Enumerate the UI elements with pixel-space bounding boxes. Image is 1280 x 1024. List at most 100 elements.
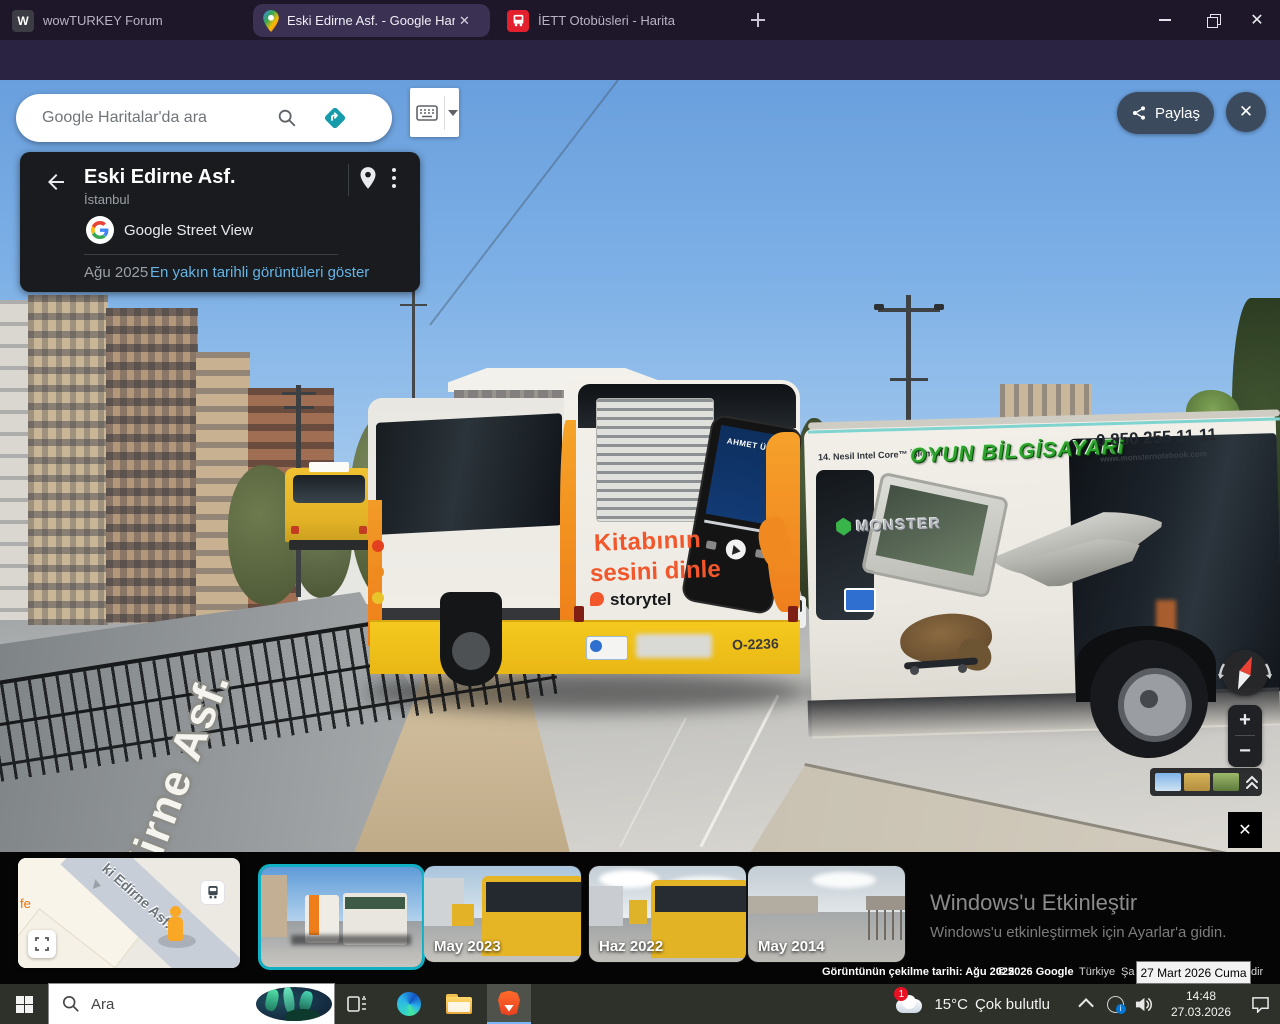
wowturkey-favicon: W: [12, 10, 34, 32]
pegman-icon[interactable]: [156, 906, 196, 950]
share-button[interactable]: Paylaş: [1117, 92, 1214, 134]
back-icon[interactable]: [44, 170, 68, 194]
minimap[interactable]: ki Edirne Asf. fe: [18, 858, 240, 968]
footer-region-link[interactable]: Türkiye: [1079, 966, 1115, 978]
expand-minimap-button[interactable]: [28, 930, 56, 958]
center-bus: AHMET ÜMİT Kitabının sesini dinle storyt…: [368, 380, 800, 695]
license-plate: [636, 634, 712, 658]
building: [0, 300, 30, 620]
fleet-number: O-2236: [732, 635, 779, 653]
minimize-button[interactable]: [1142, 0, 1188, 40]
restore-button[interactable]: [1190, 0, 1236, 40]
thumbnail-label: May 2023: [434, 938, 501, 955]
share-icon: [1131, 105, 1147, 121]
zoom-out-button[interactable]: −: [1228, 736, 1262, 766]
temperature-label: 15°C: [934, 996, 968, 1013]
watermark-line2: Windows'u etkinleştirmek için Ayarlar'a …: [930, 924, 1226, 941]
street-view-canvas[interactable]: Edirne Asf.: [0, 80, 1280, 852]
clock[interactable]: 14:48 27.03.2026: [1166, 988, 1236, 1020]
monster-logo: MONSTER: [836, 514, 942, 536]
watermark-line1: Windows'u Etkinleştir: [930, 890, 1226, 916]
browser-tab-strip: W wowTURKEY Forum Eski Edirne Asf. - Goo…: [0, 0, 1280, 40]
network-icon[interactable]: i: [1102, 984, 1128, 1024]
imagery-date: Ağu 2025: [84, 264, 148, 281]
taskbar: 1 15°C Çok bulutlu i 14:48 27.03.2026: [0, 984, 1280, 1024]
right-bus-brand: MONSTER: [856, 515, 942, 535]
keyboard-button[interactable]: [410, 88, 459, 137]
thumbnail-haz-2022[interactable]: Haz 2022: [589, 866, 746, 962]
tab-maps-active[interactable]: Eski Edirne Asf. - Google Haritala ✕: [253, 4, 490, 37]
edge-icon[interactable]: [387, 984, 431, 1024]
weather-desc-label: Çok bulutlu: [975, 996, 1050, 1013]
close-streetview-button[interactable]: ✕: [1226, 92, 1266, 132]
close-strip-button[interactable]: ✕: [1228, 812, 1262, 848]
bus-wheel: [1090, 640, 1208, 758]
thumbnail-label: Haz 2022: [599, 938, 663, 955]
bus-ad-brand: storytel: [610, 590, 671, 610]
weather-widget[interactable]: 1 15°C Çok bulutlu: [892, 984, 1050, 1024]
preview-thumbnail: [1213, 773, 1239, 791]
brave-taskbar-button[interactable]: [487, 984, 531, 1024]
right-bus: 14. Nesil Intel Core™ İşlemcili OYUN BİL…: [808, 388, 1280, 780]
tab-wowturkey[interactable]: W wowTURKEY Forum: [4, 4, 248, 37]
keyboard-icon: [416, 105, 438, 121]
browser-toolbar: google.com /maps/@41.1170832,28.8502126,…: [0, 40, 1280, 80]
yellow-bus-left: [285, 468, 373, 552]
tab-iett[interactable]: İETT Otobüsleri - Harita: [497, 4, 743, 37]
file-explorer-icon[interactable]: [437, 984, 481, 1024]
more-options-icon[interactable]: [392, 168, 396, 188]
place-title: Eski Edirne Asf.: [84, 166, 236, 189]
taskbar-search-box[interactable]: [48, 983, 335, 1024]
bus-stop-icon[interactable]: [200, 880, 225, 905]
thumbnail-may-2014[interactable]: May 2014: [748, 866, 905, 962]
notification-icon[interactable]: [1240, 984, 1280, 1024]
search-input[interactable]: [40, 108, 274, 128]
preview-thumbnail: [1155, 773, 1181, 791]
start-button[interactable]: [0, 984, 48, 1024]
chevron-down-icon[interactable]: [448, 110, 458, 116]
tray-chevron-icon[interactable]: [1072, 984, 1102, 1024]
thumbnail-label: May 2014: [758, 938, 825, 955]
directions-icon[interactable]: [322, 105, 348, 131]
search-highlight-art[interactable]: [256, 987, 332, 1021]
thumbnail-aug-2025[interactable]: Ağu 2025: [258, 864, 425, 970]
google-logo-icon: [86, 216, 114, 244]
place-subtitle: İstanbul: [84, 192, 130, 207]
volume-icon[interactable]: [1128, 984, 1158, 1024]
preview-thumbnail: [1184, 773, 1210, 791]
tab-title: Eski Edirne Asf. - Google Haritala: [287, 13, 455, 28]
taskbar-search-icon: [62, 995, 80, 1013]
desktop: W wowTURKEY Forum Eski Edirne Asf. - Goo…: [0, 0, 1280, 1024]
compass[interactable]: [1222, 650, 1268, 696]
footer-feedback-link[interactable]: dir: [1251, 966, 1263, 978]
google-maps-pin-favicon: [263, 10, 279, 32]
tab-title: İETT Otobüsleri - Harita: [538, 13, 675, 28]
close-window-button[interactable]: ✕: [1234, 0, 1280, 40]
chevron-up-double-icon: [1245, 774, 1259, 790]
footer-copyright: © 2026 Google: [997, 966, 1074, 978]
new-tab-button[interactable]: [748, 10, 768, 30]
clock-date: 27.03.2026: [1166, 1004, 1236, 1020]
history-link[interactable]: En yakın tarihli görüntüleri göster: [150, 264, 369, 281]
maps-search-box[interactable]: [16, 94, 392, 142]
footer-terms-link[interactable]: Şa: [1121, 966, 1134, 978]
search-icon[interactable]: [276, 107, 298, 129]
tab-close-icon[interactable]: ✕: [459, 13, 470, 29]
thumbnail-may-2023[interactable]: May 2023: [424, 866, 581, 962]
footer-capture-date: Görüntünün çekilme tarihi: Ağu 2025: [822, 966, 1014, 978]
task-view-button[interactable]: [335, 984, 379, 1024]
date-tooltip: 27 Mart 2026 Cuma: [1136, 961, 1251, 984]
place-info-panel: Eski Edirne Asf. İstanbul Google Street …: [20, 152, 420, 292]
imagery-preview-bar[interactable]: [1150, 768, 1262, 796]
zoom-in-button[interactable]: +: [1228, 705, 1262, 735]
windows-watermark: Windows'u Etkinleştir Windows'u etkinleş…: [930, 890, 1226, 941]
bus-ad-line1: Kitabının: [594, 526, 702, 558]
taskbar-search-input[interactable]: [89, 995, 243, 1014]
bus-ad-line2: sesini dinle: [590, 556, 722, 589]
tab-title: wowTURKEY Forum: [43, 13, 163, 28]
brave-icon: [498, 991, 520, 1016]
zoom-control: + −: [1228, 705, 1262, 767]
building: [106, 308, 198, 623]
minimap-poi-label: fe: [20, 896, 31, 911]
place-pin-icon[interactable]: [358, 166, 378, 190]
